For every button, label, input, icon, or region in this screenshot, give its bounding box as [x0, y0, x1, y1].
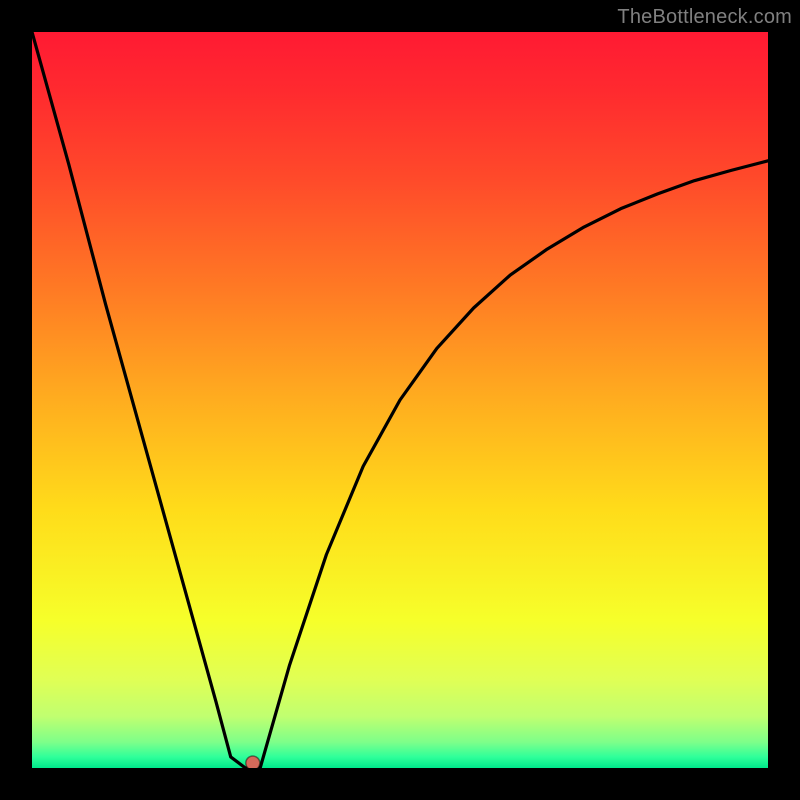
plot-area	[32, 32, 768, 768]
attribution-text: TheBottleneck.com	[617, 6, 792, 29]
marker-dot	[246, 756, 260, 768]
chart-stage: TheBottleneck.com	[0, 0, 800, 800]
chart-svg	[32, 32, 768, 768]
